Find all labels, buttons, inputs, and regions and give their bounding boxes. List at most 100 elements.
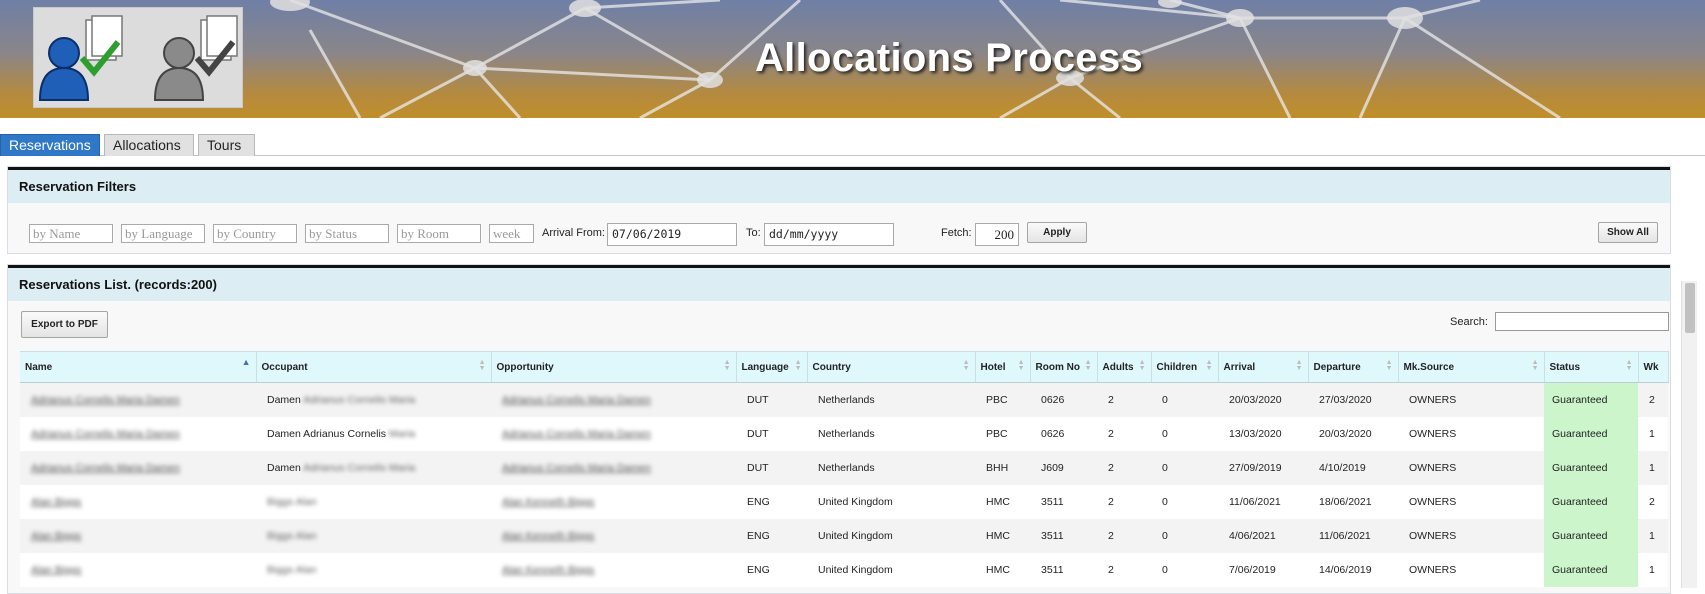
wk-cell: 1 bbox=[1649, 563, 1655, 576]
reservation-name-link[interactable]: Adrianus Cornelis Maria Damen bbox=[31, 462, 180, 474]
col-arrival-header[interactable]: Arrival ▲ ▼ bbox=[1218, 351, 1309, 383]
reservation-name-link[interactable]: Alan Biggs bbox=[31, 530, 81, 542]
source-cell: OWNERS bbox=[1409, 495, 1457, 508]
room-cell: 0626 bbox=[1041, 393, 1065, 406]
departure-cell: 11/06/2021 bbox=[1319, 529, 1371, 542]
table-row[interactable]: Adrianus Cornelis Maria Damen Damen Adria… bbox=[20, 416, 1668, 451]
language-cell: DUT bbox=[747, 393, 769, 406]
opportunity-link[interactable]: Alan Kenneth Biggs bbox=[502, 496, 594, 508]
col-country-header[interactable]: Country ▲ ▼ bbox=[807, 351, 976, 383]
fetch-label: Fetch: bbox=[941, 227, 972, 239]
filter-name-input[interactable]: by Name bbox=[29, 224, 113, 243]
col-header-label: Hotel bbox=[980, 361, 1006, 373]
children-cell: 0 bbox=[1162, 529, 1168, 542]
col-header-label: Status bbox=[1549, 361, 1581, 373]
table-row[interactable]: Alan Biggs Biggs Alan Alan Kenneth Biggs E… bbox=[20, 518, 1668, 553]
app-logo bbox=[33, 7, 243, 108]
departure-cell: 27/03/2020 bbox=[1319, 393, 1372, 406]
reservation-filters-panel: Reservation Filters by Name by Language … bbox=[7, 166, 1671, 254]
search-input[interactable] bbox=[1495, 312, 1669, 331]
source-cell: OWNERS bbox=[1409, 393, 1457, 406]
col-name-header[interactable]: Name ▲ bbox=[20, 351, 257, 383]
sort-icon: ▲ ▼ bbox=[1017, 359, 1025, 372]
col-header-label: Room No bbox=[1035, 361, 1080, 373]
reservation-name-link[interactable]: Adrianus Cornelis Maria Damen bbox=[31, 428, 180, 440]
filter-room-input[interactable]: by Room bbox=[397, 224, 481, 243]
children-cell: 0 bbox=[1162, 393, 1168, 406]
tab-tours[interactable]: Tours bbox=[198, 134, 255, 156]
col-adults-header[interactable]: Adults ▲ ▼ bbox=[1097, 351, 1152, 383]
language-cell: DUT bbox=[747, 461, 769, 474]
col-status-header[interactable]: Status ▲ ▼ bbox=[1544, 351, 1639, 383]
col-language-header[interactable]: Language ▲ ▼ bbox=[736, 351, 808, 383]
fetch-count-input[interactable]: 200 bbox=[975, 223, 1019, 246]
col-header-label: Opportunity bbox=[496, 361, 554, 373]
country-cell: United Kingdom bbox=[818, 529, 893, 542]
sort-icon: ▲ ▼ bbox=[962, 359, 970, 372]
col-header-label: Arrival bbox=[1223, 361, 1256, 373]
export-pdf-button[interactable]: Export to PDF bbox=[21, 311, 108, 338]
main-tabs: Reservations Allocations Tours bbox=[0, 134, 1705, 156]
opportunity-link[interactable]: Adrianus Cornelis Maria Damen bbox=[502, 462, 651, 474]
table-row[interactable]: Adrianus Cornelis Maria Damen Damen Adria… bbox=[20, 382, 1668, 417]
arrival-from-date-input[interactable]: 07/06/2019 bbox=[607, 223, 737, 246]
occupant-first: Damen bbox=[267, 461, 301, 474]
language-cell: ENG bbox=[747, 563, 770, 576]
col-departure-header[interactable]: Departure ▲ ▼ bbox=[1308, 351, 1399, 383]
col-children-header[interactable]: Children ▲ ▼ bbox=[1151, 351, 1219, 383]
country-cell: United Kingdom bbox=[818, 495, 893, 508]
table-row[interactable]: Alan Biggs Biggs Alan Alan Kenneth Biggs E… bbox=[20, 552, 1668, 587]
scrollbar-thumb[interactable] bbox=[1685, 283, 1695, 333]
source-cell: OWNERS bbox=[1409, 563, 1457, 576]
sort-asc-icon: ▲ bbox=[241, 357, 251, 367]
children-cell: 0 bbox=[1162, 495, 1168, 508]
occupant-rest: Adrianus Cornelis Maria bbox=[303, 393, 416, 406]
table-row[interactable]: Alan Biggs Biggs Alan Alan Kenneth Biggs E… bbox=[20, 484, 1668, 519]
reservation-name-link[interactable]: Alan Biggs bbox=[31, 496, 81, 508]
col-wk-header[interactable]: Wk bbox=[1638, 351, 1669, 383]
arrival-cell: 11/06/2021 bbox=[1229, 495, 1281, 508]
col-source-header[interactable]: Mk.Source ▲ ▼ bbox=[1398, 351, 1545, 383]
filter-language-input[interactable]: by Language bbox=[121, 224, 205, 243]
opportunity-link[interactable]: Alan Kenneth Biggs bbox=[502, 530, 594, 542]
wk-cell: 1 bbox=[1649, 461, 1655, 474]
search-label: Search: bbox=[1450, 316, 1488, 328]
adults-cell: 2 bbox=[1108, 427, 1114, 440]
to-date-input[interactable]: dd/mm/yyyy bbox=[764, 223, 894, 246]
filter-status-input[interactable]: by Status bbox=[305, 224, 389, 243]
opportunity-link[interactable]: Alan Kenneth Biggs bbox=[502, 564, 594, 576]
col-header-label: Language bbox=[741, 361, 789, 373]
col-opportunity-header[interactable]: Opportunity ▲ ▼ bbox=[491, 351, 737, 383]
status-cell: Guaranteed bbox=[1552, 563, 1608, 576]
apply-button[interactable]: Apply bbox=[1027, 222, 1087, 243]
sort-icon: ▲ ▼ bbox=[478, 359, 486, 372]
wk-cell: 1 bbox=[1649, 529, 1655, 542]
hotel-cell: PBC bbox=[986, 393, 1008, 406]
opportunity-link[interactable]: Adrianus Cornelis Maria Damen bbox=[502, 428, 651, 440]
col-room-header[interactable]: Room No ▲ ▼ bbox=[1030, 351, 1098, 383]
col-occupant-header[interactable]: Occupant ▲ ▼ bbox=[256, 351, 492, 383]
reservation-name-link[interactable]: Alan Biggs bbox=[31, 564, 81, 576]
col-hotel-header[interactable]: Hotel ▲ ▼ bbox=[975, 351, 1031, 383]
children-cell: 0 bbox=[1162, 563, 1168, 576]
arrival-from-label: Arrival From: bbox=[542, 227, 605, 239]
language-cell: ENG bbox=[747, 529, 770, 542]
opportunity-link[interactable]: Adrianus Cornelis Maria Damen bbox=[502, 394, 651, 406]
wk-cell: 1 bbox=[1649, 427, 1655, 440]
departure-cell: 4/10/2019 bbox=[1319, 461, 1366, 474]
filter-week-input[interactable]: week bbox=[489, 224, 534, 243]
tab-reservations[interactable]: Reservations bbox=[0, 134, 100, 156]
tab-allocations[interactable]: Allocations bbox=[104, 134, 194, 156]
table-row[interactable]: Adrianus Cornelis Maria Damen Damen Adria… bbox=[20, 450, 1668, 485]
col-header-label: Name bbox=[25, 361, 53, 373]
children-cell: 0 bbox=[1162, 427, 1168, 440]
col-header-label: Wk bbox=[1643, 361, 1659, 373]
page-scrollbar[interactable] bbox=[1681, 281, 1697, 588]
filter-country-input[interactable]: by Country bbox=[213, 224, 297, 243]
show-all-button[interactable]: Show All bbox=[1598, 222, 1658, 243]
reservation-name-link[interactable]: Adrianus Cornelis Maria Damen bbox=[31, 394, 180, 406]
hotel-cell: BHH bbox=[986, 461, 1009, 474]
reservations-list-panel: Reservations List. (records:200) Export … bbox=[7, 264, 1671, 594]
to-date-label: To: bbox=[746, 227, 761, 239]
source-cell: OWNERS bbox=[1409, 461, 1457, 474]
